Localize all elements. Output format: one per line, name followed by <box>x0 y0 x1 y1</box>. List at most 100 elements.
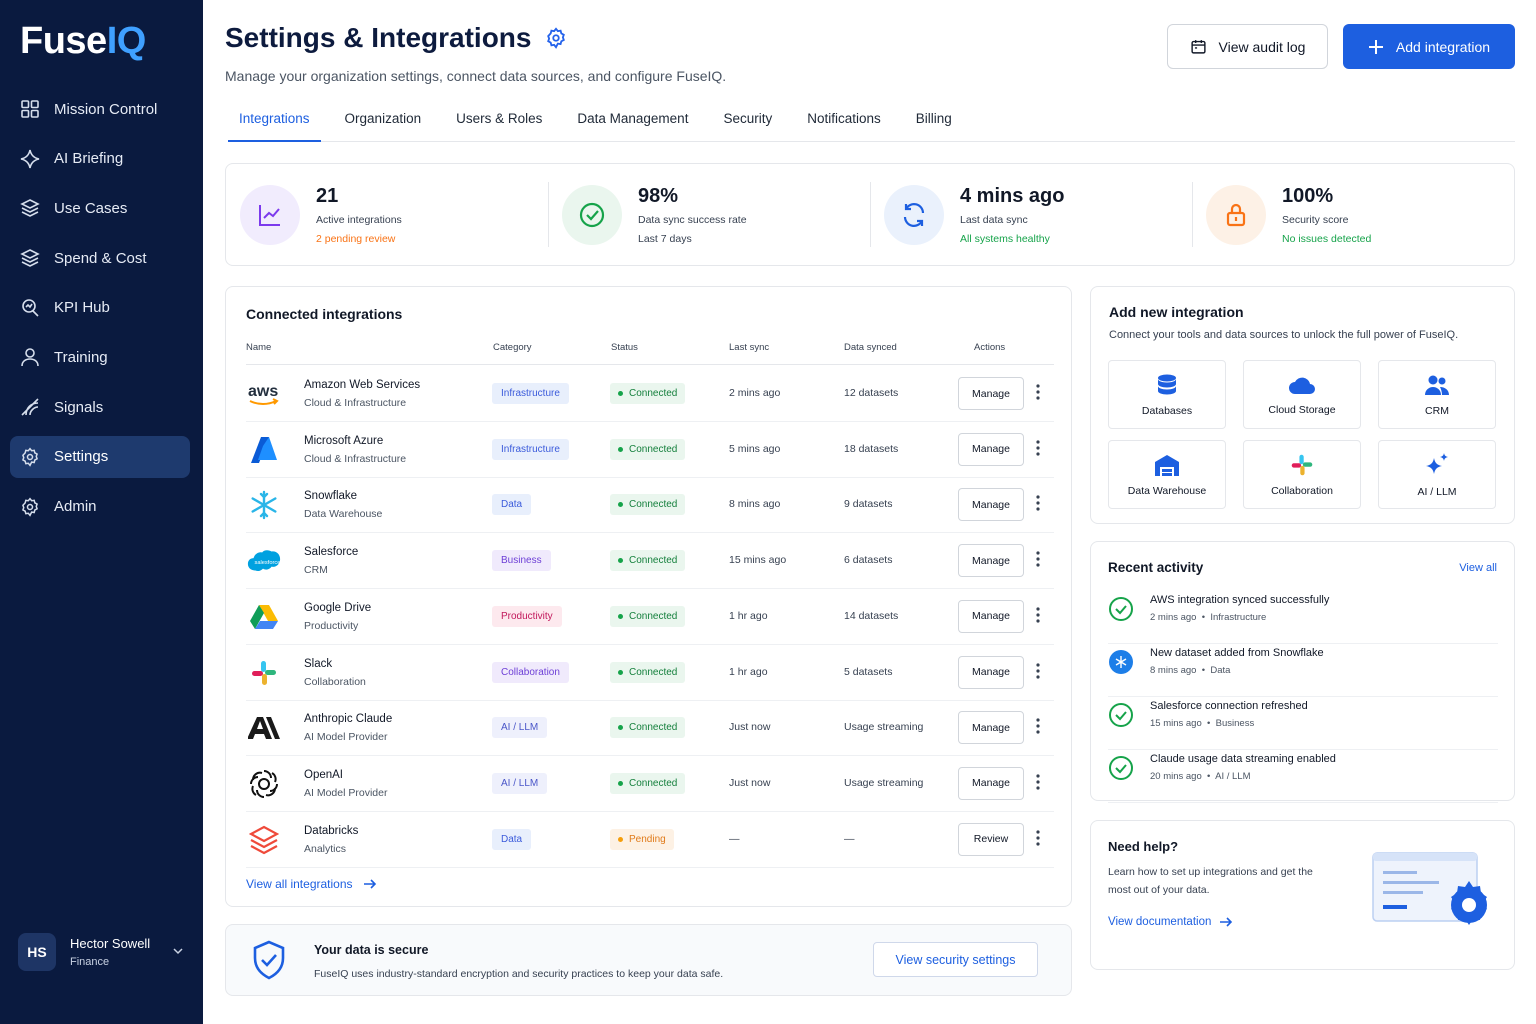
integration-tile-crm[interactable]: CRM <box>1378 360 1496 429</box>
manage-button[interactable]: Manage <box>958 655 1024 689</box>
data-synced: 9 datasets <box>844 498 893 511</box>
integration-name: Databricks <box>304 824 359 837</box>
more-options-icon[interactable] <box>1036 662 1040 679</box>
stat-label: Active integrations <box>316 213 402 226</box>
integration-description: Cloud & Infrastructure <box>304 397 407 409</box>
more-options-icon[interactable] <box>1036 829 1040 846</box>
user-profile[interactable]: HS Hector Sowell Finance <box>18 931 188 973</box>
status-badge: Connected <box>610 550 686 572</box>
security-description: FuseIQ uses industry-standard encryption… <box>314 968 724 980</box>
category-badge: Business <box>492 550 551 572</box>
table-row: Slack Collaboration Collaboration Connected… <box>246 645 1054 701</box>
sidebar-item-spend-cost[interactable]: Spend & Cost <box>10 237 190 279</box>
brand-logo[interactable]: FuseIQ <box>20 20 146 63</box>
view-security-settings-button[interactable]: View security settings <box>873 942 1038 977</box>
last-sync: 8 mins ago <box>729 498 781 511</box>
view-audit-log-button[interactable]: View audit log <box>1167 24 1328 69</box>
sparkle-icon <box>1424 452 1450 478</box>
integration-tile-ai-llm[interactable]: AI / LLM <box>1378 440 1496 509</box>
status-badge: Connected <box>610 772 686 794</box>
chevron-down-icon[interactable] <box>172 945 184 957</box>
last-sync: 1 hr ago <box>729 665 768 678</box>
documentation-illustration <box>1371 851 1496 931</box>
sidebar-item-ai-briefing[interactable]: AI Briefing <box>10 138 190 180</box>
lock-icon <box>1206 184 1266 245</box>
manage-button[interactable]: Manage <box>958 377 1024 410</box>
data-synced: 18 datasets <box>844 442 899 455</box>
sidebar-item-label: Mission Control <box>54 100 158 118</box>
integration-tile-data-warehouse[interactable]: Data Warehouse <box>1108 440 1226 509</box>
chart-icon <box>240 184 300 245</box>
integration-tile-cloud-storage[interactable]: Cloud Storage <box>1243 360 1361 429</box>
sidebar-item-training[interactable]: Training <box>10 336 190 378</box>
integration-name: Snowflake <box>304 490 358 503</box>
help-description: Learn how to set up integrations and get… <box>1108 866 1313 896</box>
integration-description: CRM <box>304 564 328 577</box>
activity-item: Claude usage data streaming enabled 20 mi… <box>1108 750 1498 803</box>
tab-security[interactable]: Security <box>712 100 783 142</box>
layers-icon <box>20 248 40 268</box>
review-button[interactable]: Review <box>958 822 1024 856</box>
refresh-icon <box>884 184 944 245</box>
view-all-integrations-link[interactable]: View all integrations <box>246 877 377 891</box>
snowflake-icon <box>1108 649 1134 675</box>
last-sync: Just now <box>729 721 771 734</box>
azure-logo-icon <box>246 436 282 464</box>
activity-text: Salesforce connection refreshed <box>1150 700 1308 712</box>
stat-subtext: No issues detected <box>1282 232 1372 245</box>
integration-tile-collaboration[interactable]: Collaboration <box>1243 440 1361 509</box>
sidebar-item-use-cases[interactable]: Use Cases <box>10 187 190 229</box>
tab-billing[interactable]: Billing <box>905 100 963 142</box>
manage-button[interactable]: Manage <box>958 432 1024 466</box>
integration-description: Analytics <box>304 842 347 855</box>
manage-button[interactable]: Manage <box>958 766 1024 800</box>
view-documentation-link[interactable]: View documentation <box>1108 916 1233 928</box>
tab-integrations[interactable]: Integrations <box>228 100 321 142</box>
tab-data-management[interactable]: Data Management <box>566 100 699 142</box>
arrow-right-icon <box>1219 916 1233 928</box>
tile-label: AI / LLM <box>1417 485 1457 498</box>
sidebar-item-admin[interactable]: Admin <box>10 486 190 528</box>
sidebar-item-settings[interactable]: Settings <box>10 435 190 478</box>
table-header: Name Category Status Last sync Data synced Ac… <box>246 341 1054 365</box>
section-title: Recent activity <box>1108 560 1204 575</box>
status-badge: Connected <box>610 605 686 627</box>
status-badge: Connected <box>610 661 686 683</box>
activity-item: AWS integration synced successfully 2 min… <box>1108 591 1498 644</box>
more-options-icon[interactable] <box>1036 495 1040 511</box>
more-options-icon[interactable] <box>1036 607 1040 623</box>
add-integration-button[interactable]: Add integration <box>1343 24 1515 69</box>
sidebar-item-mission-control[interactable]: Mission Control <box>10 88 190 130</box>
check-circle-icon <box>1108 755 1134 781</box>
data-synced: 5 datasets <box>844 665 893 678</box>
integration-description: Collaboration <box>304 675 366 688</box>
more-options-icon[interactable] <box>1036 384 1040 400</box>
stat-label: Security score <box>1282 213 1349 226</box>
gdrive-logo-icon <box>246 603 282 631</box>
activity-meta: 8 mins ago • Data <box>1150 665 1231 676</box>
activity-item: Salesforce connection refreshed 15 mins a… <box>1108 697 1498 750</box>
data-synced: 6 datasets <box>844 554 893 567</box>
manage-button[interactable]: Manage <box>958 544 1024 578</box>
category-badge: Infrastructure <box>492 438 569 460</box>
tab-users-roles[interactable]: Users & Roles <box>445 100 553 142</box>
more-options-icon[interactable] <box>1036 440 1040 456</box>
integration-name: Salesforce <box>304 546 359 559</box>
check-circle-icon <box>1108 702 1134 728</box>
connected-integrations-panel: Connected integrations Name Category Statu… <box>225 286 1072 907</box>
tile-label: Databases <box>1141 404 1193 417</box>
tab-organization[interactable]: Organization <box>334 100 433 142</box>
user-icon <box>20 347 40 367</box>
manage-button[interactable]: Manage <box>958 599 1024 633</box>
sidebar-item-signals[interactable]: Signals <box>10 386 190 428</box>
category-badge: AI / LLM <box>492 772 548 794</box>
tab-notifications[interactable]: Notifications <box>796 100 892 142</box>
integration-tile-databases[interactable]: Databases <box>1108 360 1226 429</box>
manage-button[interactable]: Manage <box>958 711 1024 745</box>
more-options-icon[interactable] <box>1036 551 1040 567</box>
more-options-icon[interactable] <box>1036 774 1040 790</box>
manage-button[interactable]: Manage <box>958 488 1024 522</box>
sidebar-item-kpi-hub[interactable]: KPI Hub <box>10 287 190 329</box>
more-options-icon[interactable] <box>1036 718 1040 734</box>
view-all-activity-link[interactable]: View all <box>1459 562 1497 574</box>
